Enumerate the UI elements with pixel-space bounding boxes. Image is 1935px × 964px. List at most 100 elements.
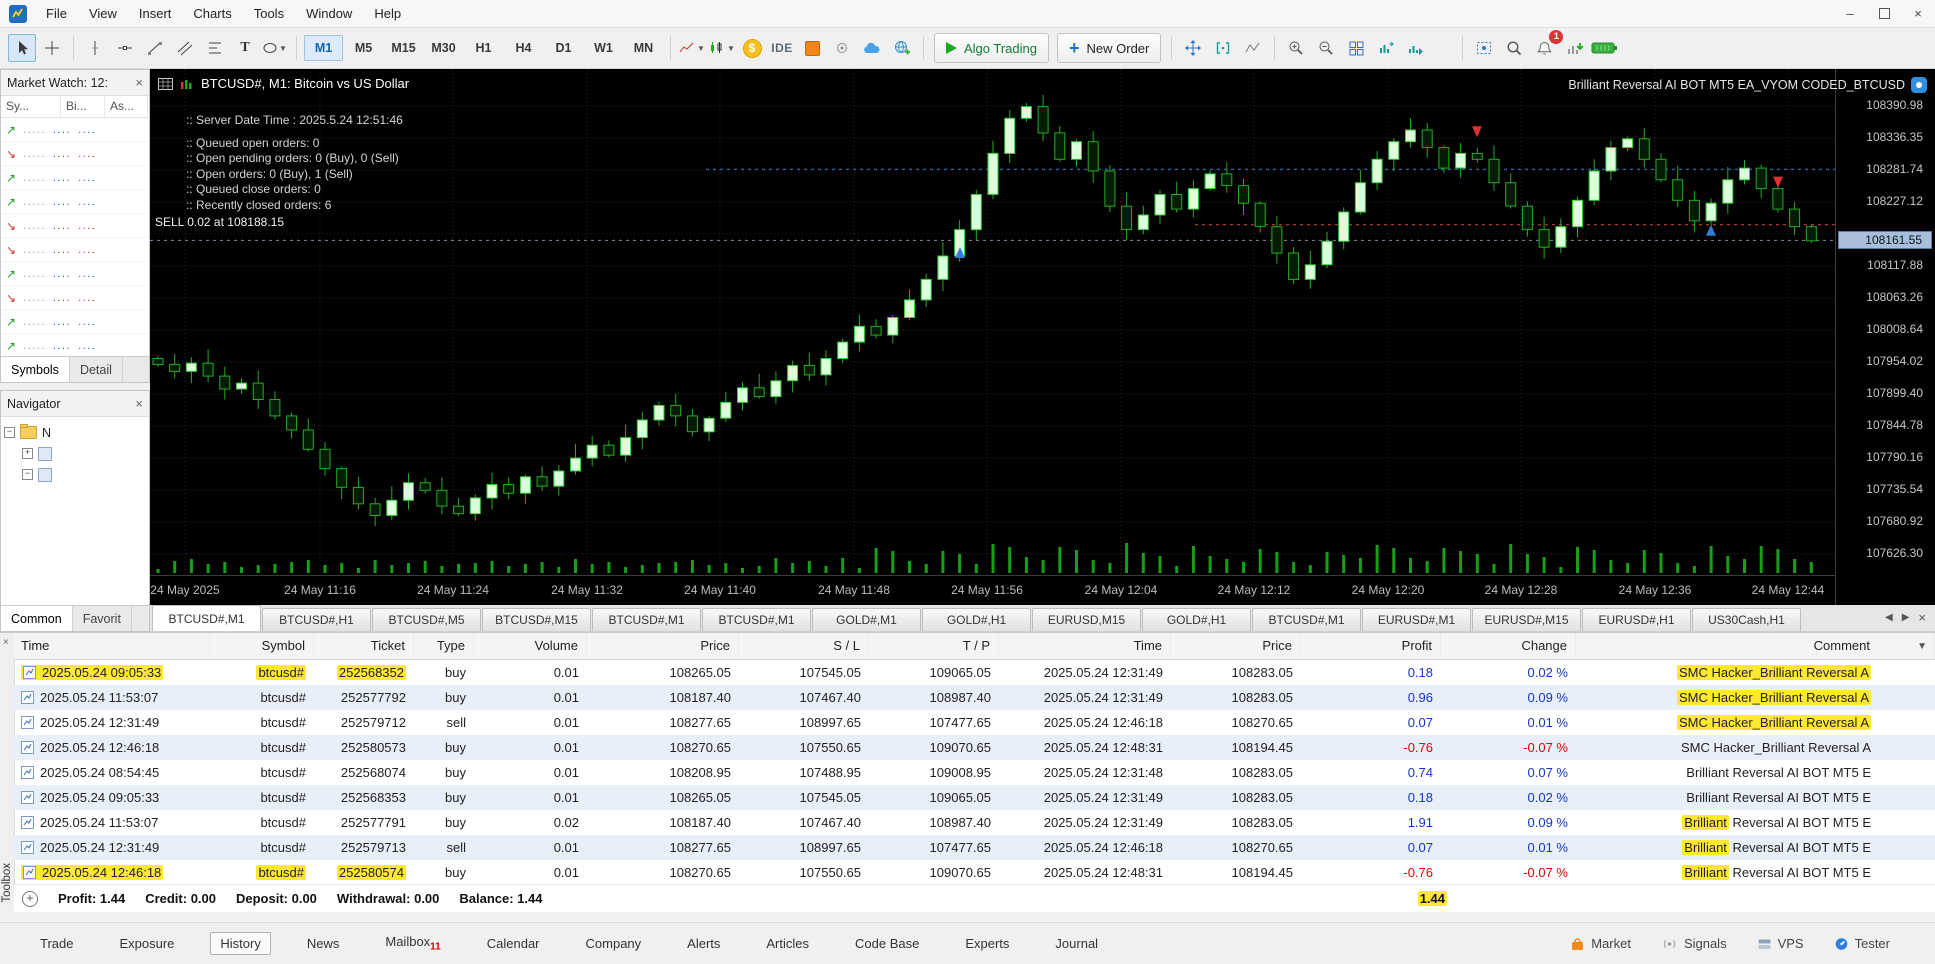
scroll-left-icon[interactable]: ◀ bbox=[1885, 612, 1893, 623]
column-header-tp[interactable]: T / P bbox=[869, 633, 999, 659]
toolbox-tab-calendar[interactable]: Calendar bbox=[477, 932, 550, 955]
price-axis[interactable]: 108390.98 108336.35 108281.74 108227.12 1081… bbox=[1835, 69, 1935, 605]
market-watch-row[interactable]: ↗............. bbox=[1, 262, 149, 286]
shapes-button[interactable]: ▼ bbox=[261, 34, 289, 62]
chart-tab-11[interactable]: EURUSD#,M1 bbox=[1362, 608, 1471, 631]
status-tester[interactable]: Tester bbox=[1834, 936, 1890, 951]
timeframe-m30[interactable]: M30 bbox=[424, 35, 463, 61]
status-market[interactable]: Market bbox=[1570, 936, 1631, 951]
menu-charts[interactable]: Charts bbox=[182, 0, 242, 27]
chart-tab-6[interactable]: GOLD#,M1 bbox=[812, 608, 921, 631]
close-icon[interactable]: × bbox=[131, 75, 143, 90]
timeframe-m1[interactable]: M1 bbox=[304, 35, 343, 61]
indicators-button[interactable]: ▼ bbox=[708, 34, 736, 62]
toolbox-tab-mailbox[interactable]: Mailbox11 bbox=[375, 930, 450, 957]
chart-tab-14[interactable]: US30Cash,H1 bbox=[1692, 608, 1801, 631]
history-row[interactable]: 2025.05.24 08:54:45 btcusd# 252568074 buy 0.… bbox=[14, 760, 1935, 785]
timeframe-m5[interactable]: M5 bbox=[344, 35, 383, 61]
dollar-icon[interactable]: $ bbox=[738, 34, 766, 62]
menu-tools[interactable]: Tools bbox=[243, 0, 295, 27]
toolbox-tab-exposure[interactable]: Exposure bbox=[109, 932, 184, 955]
timeframe-h1[interactable]: H1 bbox=[464, 35, 503, 61]
timeframe-h4[interactable]: H4 bbox=[504, 35, 543, 61]
maximize-button[interactable] bbox=[1867, 0, 1901, 27]
history-row[interactable]: 2025.05.24 12:31:49 btcusd# 252579713 sell 0… bbox=[14, 835, 1935, 860]
menu-insert[interactable]: Insert bbox=[128, 0, 183, 27]
market-watch-tab-symbols[interactable]: Symbols bbox=[1, 357, 70, 382]
menu-file[interactable]: File bbox=[35, 0, 78, 27]
chart-download-button[interactable] bbox=[1560, 34, 1588, 62]
search-button[interactable] bbox=[1500, 34, 1528, 62]
minimize-button[interactable]: – bbox=[1833, 0, 1867, 27]
market-watch-row[interactable]: ↗............. bbox=[1, 166, 149, 190]
timeframe-w1[interactable]: W1 bbox=[584, 35, 623, 61]
chart-tab-1[interactable]: BTCUSD#,H1 bbox=[262, 608, 371, 631]
market-watch-row[interactable]: ↗............. bbox=[1, 118, 149, 142]
column-header-volume[interactable]: Volume bbox=[474, 633, 587, 659]
chart-shift-button[interactable] bbox=[1372, 34, 1400, 62]
column-header-symbol[interactable]: Symbol bbox=[210, 633, 314, 659]
toolbox-tab-articles[interactable]: Articles bbox=[756, 932, 819, 955]
toolbox-tab-news[interactable]: News bbox=[297, 932, 350, 955]
crosshair-button[interactable] bbox=[38, 34, 66, 62]
toolbox-tab-company[interactable]: Company bbox=[576, 932, 652, 955]
toolbox-tab-code-base[interactable]: Code Base bbox=[845, 932, 929, 955]
crosshair-mode-button[interactable] bbox=[1179, 34, 1207, 62]
column-header-comment[interactable]: Comment bbox=[1576, 633, 1935, 659]
market-watch-column-header[interactable]: Bi... bbox=[61, 96, 105, 117]
channel-button[interactable] bbox=[171, 34, 199, 62]
column-header-profit[interactable]: Profit bbox=[1301, 633, 1441, 659]
history-row[interactable]: 2025.05.24 12:31:49 btcusd# 252579712 sell 0… bbox=[14, 710, 1935, 735]
tile-windows-button[interactable] bbox=[1342, 34, 1370, 62]
column-header-ticket[interactable]: Ticket bbox=[314, 633, 414, 659]
chart-tab-2[interactable]: BTCUSD#,M5 bbox=[372, 608, 481, 631]
market-watch-tab-detail[interactable]: Detail bbox=[70, 357, 123, 382]
market-watch-row[interactable]: ↗............. bbox=[1, 334, 149, 356]
object-snap-button[interactable] bbox=[1209, 34, 1237, 62]
algo-trading-button[interactable]: Algo Trading bbox=[934, 33, 1049, 63]
navigator-root[interactable]: − N bbox=[4, 422, 146, 443]
new-order-button[interactable]: + New Order bbox=[1057, 33, 1162, 63]
column-header-sl[interactable]: S / L bbox=[739, 633, 869, 659]
text-tool-button[interactable]: T bbox=[231, 34, 259, 62]
toolbox-tab-alerts[interactable]: Alerts bbox=[677, 932, 730, 955]
column-filter-icon[interactable]: ▼ bbox=[1917, 641, 1927, 652]
toolbox-tab-trade[interactable]: Trade bbox=[30, 932, 83, 955]
history-row[interactable]: 2025.05.24 12:46:18 btcusd# 252580573 buy 0.… bbox=[14, 735, 1935, 760]
mql5-cube-icon[interactable] bbox=[798, 34, 826, 62]
menu-view[interactable]: View bbox=[78, 0, 128, 27]
chart-tab-9[interactable]: GOLD#,H1 bbox=[1142, 608, 1251, 631]
fibonacci-button[interactable] bbox=[201, 34, 229, 62]
market-watch-row[interactable]: ↘............. bbox=[1, 238, 149, 262]
zoom-in-button[interactable] bbox=[1282, 34, 1310, 62]
navigator-tab-common[interactable]: Common bbox=[1, 606, 73, 631]
navigator-tab-favorit[interactable]: Favorit bbox=[73, 606, 132, 631]
status-signals[interactable]: Signals bbox=[1661, 936, 1727, 951]
column-header-price[interactable]: Price bbox=[1171, 633, 1301, 659]
cloud-icon[interactable] bbox=[858, 34, 886, 62]
chart-menu-icon[interactable] bbox=[158, 77, 173, 90]
ea-icon[interactable] bbox=[1911, 77, 1927, 93]
chart-tab-7[interactable]: GOLD#,H1 bbox=[922, 608, 1031, 631]
column-header-time[interactable]: Time bbox=[999, 633, 1171, 659]
navigator-item[interactable]: − bbox=[22, 464, 146, 485]
history-row[interactable]: 2025.05.24 09:05:33 btcusd# 252568352 buy 0.… bbox=[14, 660, 1935, 685]
collapse-icon[interactable]: − bbox=[22, 469, 33, 480]
toolbox-tab-experts[interactable]: Experts bbox=[955, 932, 1019, 955]
vertical-line-button[interactable] bbox=[81, 34, 109, 62]
horizontal-line-button[interactable] bbox=[111, 34, 139, 62]
cursor-button[interactable] bbox=[8, 34, 36, 62]
menu-window[interactable]: Window bbox=[295, 0, 363, 27]
collapse-icon[interactable]: − bbox=[4, 427, 15, 438]
column-header-time[interactable]: Time bbox=[14, 633, 210, 659]
auto-scroll-button[interactable] bbox=[1402, 34, 1430, 62]
navigator-item[interactable]: + bbox=[22, 443, 146, 464]
chart-tab-12[interactable]: EURUSD#,M15 bbox=[1472, 608, 1581, 631]
toolbox-tab-journal[interactable]: Journal bbox=[1045, 932, 1108, 955]
close-button[interactable]: × bbox=[1901, 0, 1935, 27]
market-watch-row[interactable]: ↘............. bbox=[1, 286, 149, 310]
community-globe-icon[interactable] bbox=[888, 34, 916, 62]
close-icon[interactable]: × bbox=[3, 637, 9, 648]
chart-tab-8[interactable]: EURUSD,M15 bbox=[1032, 608, 1141, 631]
market-watch-row[interactable]: ↘............. bbox=[1, 214, 149, 238]
